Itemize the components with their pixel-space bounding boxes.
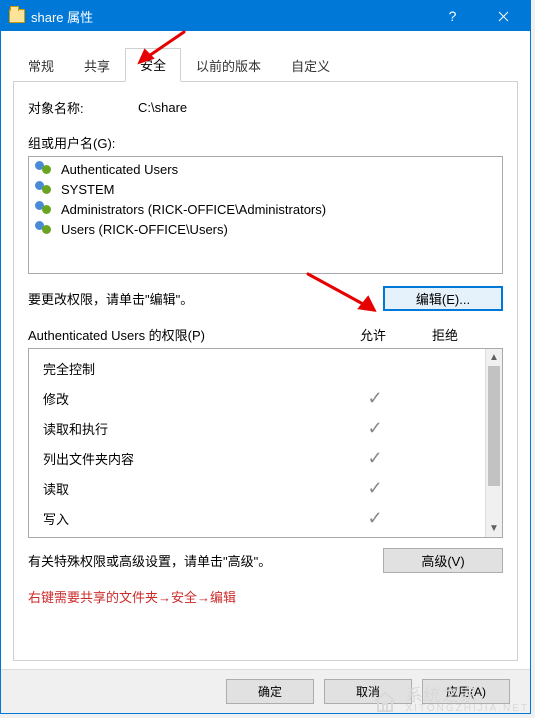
permission-name: 读取 — [43, 479, 339, 498]
permissions-listbox[interactable]: 完全控制修改✓读取和执行✓列出文件夹内容✓读取✓写入✓ ▲ ▼ — [28, 348, 503, 538]
group-item-label: Administrators (RICK-OFFICE\Administrato… — [61, 202, 326, 217]
tutorial-note: 右键需要共享的文件夹→安全→编辑 — [28, 587, 503, 606]
tab-2[interactable]: 安全 — [125, 48, 181, 82]
tab-1[interactable]: 共享 — [69, 49, 125, 82]
help-icon: ? — [449, 8, 457, 24]
object-name-value: C:\share — [138, 100, 187, 115]
cancel-button[interactable]: 取消 — [324, 679, 412, 704]
titlebar[interactable]: share 属性 ? — [1, 1, 530, 31]
group-list-label: 组或用户名(G): — [28, 133, 503, 152]
allow-check-icon: ✓ — [339, 448, 411, 469]
group-item-label: Authenticated Users — [61, 162, 178, 177]
help-button[interactable]: ? — [430, 1, 475, 31]
tab-security-content: 对象名称: C:\share 组或用户名(G): Authenticated U… — [13, 82, 518, 661]
advanced-row: 有关特殊权限或高级设置，请单击"高级"。 高级(V) — [28, 548, 503, 573]
advanced-button[interactable]: 高级(V) — [383, 548, 503, 573]
properties-dialog: share 属性 ? 常规共享安全以前的版本自定义 对象名称: C:\share… — [0, 0, 531, 714]
permission-name: 修改 — [43, 389, 339, 408]
tab-0[interactable]: 常规 — [13, 49, 69, 82]
permission-row: 完全控制 — [29, 353, 485, 383]
allow-check-icon: ✓ — [339, 478, 411, 499]
group-item[interactable]: Authenticated Users — [33, 159, 498, 179]
allow-check-icon: ✓ — [339, 418, 411, 439]
group-listbox[interactable]: Authenticated Users SYSTEM Administrators … — [28, 156, 503, 274]
permission-name: 读取和执行 — [43, 419, 339, 438]
edit-hint-text: 要更改权限，请单击"编辑"。 — [28, 289, 193, 308]
scrollbar[interactable]: ▲ ▼ — [485, 349, 502, 537]
close-icon — [498, 11, 509, 22]
permission-row: 写入✓ — [29, 503, 485, 533]
permission-name: 完全控制 — [43, 359, 339, 378]
tab-3[interactable]: 以前的版本 — [181, 49, 276, 82]
group-item[interactable]: Users (RICK-OFFICE\Users) — [33, 219, 498, 239]
folder-icon — [9, 9, 25, 23]
window-title: share 属性 — [31, 7, 424, 26]
object-name-label: 对象名称: — [28, 98, 138, 117]
edit-permissions-row: 要更改权限，请单击"编辑"。 编辑(E)... — [28, 286, 503, 311]
users-icon — [35, 181, 55, 197]
allow-check-icon: ✓ — [339, 508, 411, 529]
ok-button[interactable]: 确定 — [226, 679, 314, 704]
permission-row: 修改✓ — [29, 383, 485, 413]
allow-check-icon: ✓ — [339, 388, 411, 409]
scroll-up-button[interactable]: ▲ — [486, 349, 502, 366]
users-icon — [35, 201, 55, 217]
group-item[interactable]: Administrators (RICK-OFFICE\Administrato… — [33, 199, 498, 219]
permissions-for-label: Authenticated Users 的权限(P) — [28, 325, 337, 344]
client-area: 常规共享安全以前的版本自定义 对象名称: C:\share 组或用户名(G): … — [1, 31, 530, 669]
edit-button[interactable]: 编辑(E)... — [383, 286, 503, 311]
group-item-label: Users (RICK-OFFICE\Users) — [61, 222, 228, 237]
permission-row: 列出文件夹内容✓ — [29, 443, 485, 473]
users-icon — [35, 161, 55, 177]
scroll-track[interactable] — [486, 366, 502, 520]
advanced-hint-text: 有关特殊权限或高级设置，请单击"高级"。 — [28, 551, 271, 570]
permissions-scroll: 完全控制修改✓读取和执行✓列出文件夹内容✓读取✓写入✓ — [29, 349, 485, 537]
users-icon — [35, 221, 55, 237]
tab-4[interactable]: 自定义 — [276, 49, 345, 82]
dialog-button-bar: 确定 取消 应用(A) — [1, 669, 530, 713]
permission-name: 列出文件夹内容 — [43, 449, 339, 468]
allow-column-header: 允许 — [337, 325, 409, 344]
permission-name: 写入 — [43, 509, 339, 528]
group-item[interactable]: SYSTEM — [33, 179, 498, 199]
close-button[interactable] — [481, 1, 526, 31]
object-name-row: 对象名称: C:\share — [28, 98, 503, 117]
apply-button[interactable]: 应用(A) — [422, 679, 510, 704]
permission-row: 读取和执行✓ — [29, 413, 485, 443]
permissions-header: Authenticated Users 的权限(P) 允许 拒绝 — [28, 325, 503, 348]
scroll-thumb[interactable] — [488, 366, 500, 486]
group-item-label: SYSTEM — [61, 182, 114, 197]
permission-row: 读取✓ — [29, 473, 485, 503]
deny-column-header: 拒绝 — [409, 325, 481, 344]
tab-strip: 常规共享安全以前的版本自定义 — [13, 47, 518, 82]
scroll-down-button[interactable]: ▼ — [486, 520, 502, 537]
